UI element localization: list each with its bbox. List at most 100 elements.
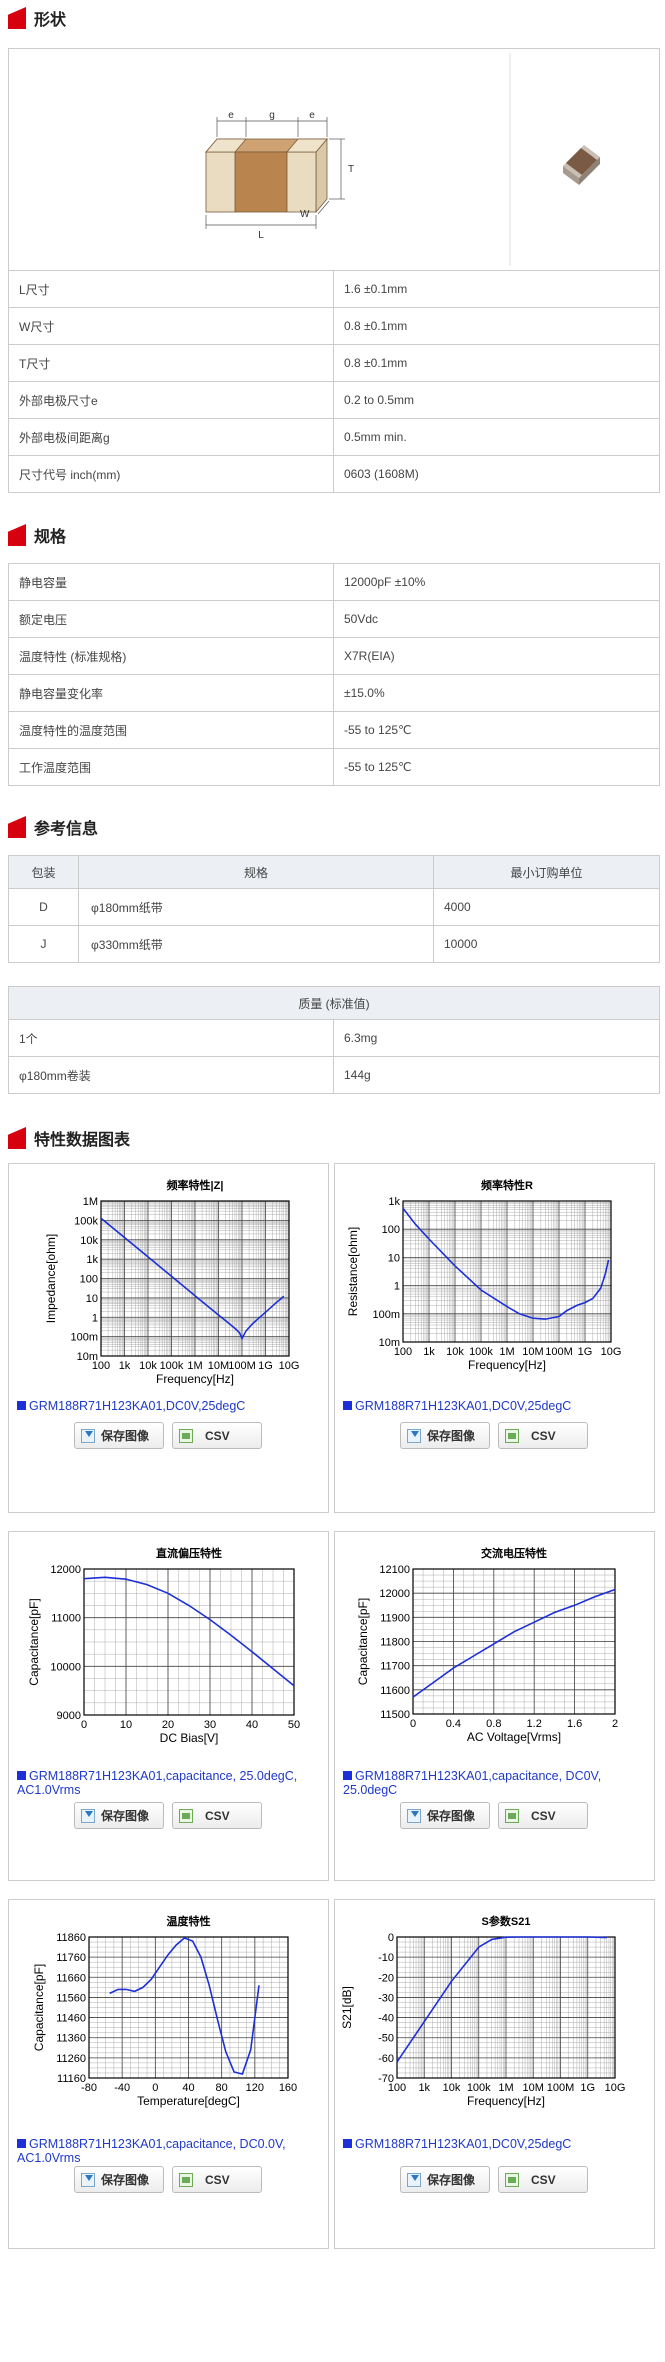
csv-button[interactable]: CSV (498, 2166, 588, 2193)
save-image-button[interactable]: 保存图像 (74, 1422, 164, 1449)
chart-title: S参数S21 (482, 1914, 531, 1928)
spec-key: 温度特性 (标准规格) (8, 637, 334, 675)
legend-swatch (17, 2139, 26, 2148)
y-tick-label: 11800 (380, 1637, 410, 1649)
table-row: 额定电压 50Vdc (8, 600, 660, 638)
mass-key: 1个 (8, 1019, 334, 1057)
shape-image-panel: e g e T W L (8, 48, 660, 271)
y-axis-label: Capacitance[pF] (32, 1964, 46, 2051)
x-tick-label: 40 (246, 1719, 258, 1731)
chip-product-photo (563, 145, 600, 185)
chart-title: 频率特性|Z| (167, 1178, 224, 1192)
x-tick-label: 10M (523, 2082, 544, 2094)
table-row: T尺寸 0.8 ±0.1mm (8, 344, 660, 382)
chip-dimension-diagram: e g e T W L (205, 53, 600, 266)
section-header-spec: 规格 (8, 523, 66, 547)
table-row: 温度特性 (标准规格) X7R(EIA) (8, 637, 660, 675)
y-tick-label: 10000 (50, 1661, 81, 1673)
chart-title: 频率特性R (481, 1178, 533, 1192)
csv-button[interactable]: CSV (498, 1422, 588, 1449)
chart-legend: GRM188R71H123KA01,capacitance, DC0V, 25.… (343, 1769, 648, 1797)
save-image-button[interactable]: 保存图像 (400, 1802, 490, 1829)
x-tick-label: 1G (258, 1360, 273, 1372)
label-w: W (300, 209, 310, 220)
chart-title: 交流电压特性 (481, 1546, 547, 1560)
y-tick-label: -20 (378, 1972, 394, 1984)
pack-code: J (8, 925, 79, 963)
save-image-label: 保存图像 (427, 1429, 476, 1443)
shape-value: 0.2 to 0.5mm (333, 381, 660, 419)
x-tick-label: 10G (279, 1360, 300, 1372)
table-row: J φ330mm纸带 10000 (8, 925, 660, 963)
y-tick-label: -50 (378, 2033, 394, 2045)
chart-svg: S参数S21100 1k 10k 100k 1M 10M 100M 1G 10G0-10-20-… (340, 1914, 625, 2108)
chart-legend: GRM188R71H123KA01,DC0V,25degC (17, 1399, 322, 1413)
csv-label: CSV (205, 1808, 230, 1823)
chart-svg: 频率特性R100 1k 10k 100k 1M 10M 100M 1G 10G1k1001011… (346, 1178, 621, 1372)
legend-text: GRM188R71H123KA01,capacitance, 25.0degC,… (17, 1769, 298, 1797)
y-tick-label: 0 (388, 1932, 394, 1944)
x-tick-label: 1.6 (567, 1718, 582, 1730)
save-image-label: 保存图像 (427, 1809, 476, 1823)
section-flag-icon (8, 1127, 26, 1149)
save-image-button[interactable]: 保存图像 (74, 2166, 164, 2193)
x-axis-label: Temperature[degC] (137, 2094, 240, 2108)
save-image-button[interactable]: 保存图像 (400, 2166, 490, 2193)
section-flag-icon (8, 524, 26, 546)
y-axis-label: Capacitance[pF] (356, 1598, 370, 1685)
shape-key: 尺寸代号 inch(mm) (8, 455, 334, 493)
save-image-button[interactable]: 保存图像 (74, 1802, 164, 1829)
csv-button[interactable]: CSV (172, 2166, 262, 2193)
x-tick-label: 100k (160, 1360, 184, 1372)
pack-code: D (8, 888, 79, 926)
shape-value: 1.6 ±0.1mm (333, 270, 660, 308)
spec-value: ±15.0% (333, 674, 660, 712)
y-tick-label: 11860 (56, 1932, 86, 1944)
x-tick-label: 100M (545, 1346, 573, 1358)
y-tick-label: -40 (378, 2013, 394, 2025)
csv-button[interactable]: CSV (498, 1802, 588, 1829)
packaging-table: 包装 规格 最小订购单位 D φ180mm纸带 4000 J φ330mm纸带 … (8, 855, 660, 963)
save-image-label: 保存图像 (101, 1809, 150, 1823)
csv-button[interactable]: CSV (172, 1802, 262, 1829)
legend-text: GRM188R71H123KA01,capacitance, DC0V, 25.… (343, 1769, 602, 1797)
spreadsheet-icon (505, 1428, 519, 1443)
shape-value: 0.8 ±0.1mm (333, 344, 660, 382)
chart-svg: 直流偏压特性 0 10 20 30 40 50 12000 11000 10000 9000 DC B… (27, 1546, 300, 1745)
chart-grid (83, 1568, 294, 1715)
y-tick-label: 10m (77, 1351, 98, 1363)
table-row: W尺寸 0.8 ±0.1mm (8, 307, 660, 345)
chart-legend: GRM188R71H123KA01,capacitance, 25.0degC,… (17, 1769, 322, 1797)
spec-key: 温度特性的温度范围 (8, 711, 334, 749)
y-tick-label: 1 (92, 1312, 98, 1324)
chip-electrode-left (205, 151, 236, 213)
legend-swatch (17, 1771, 26, 1780)
series-line (109, 1937, 260, 2075)
csv-button[interactable]: CSV (172, 1422, 262, 1449)
save-image-label: 保存图像 (101, 2173, 150, 2187)
chart-panel: 频率特性R 100 1k 10k 100k 1M 10M 100M 1G 10G 1k 100 10 1 1… (334, 1163, 655, 1513)
y-tick-label: 12100 (379, 1564, 410, 1576)
x-tick-label: 10k (443, 2082, 461, 2094)
y-tick-label: 11000 (51, 1613, 81, 1625)
section-header-ref: 参考信息 (8, 815, 98, 839)
x-tick-label: 1M (499, 1346, 514, 1358)
x-axis-label: DC Bias[V] (160, 1731, 219, 1745)
y-tick-label: 12000 (50, 1564, 81, 1576)
spec-key: 工作温度范围 (8, 748, 334, 786)
y-tick-label: -70 (378, 2073, 394, 2085)
legend-text: GRM188R71H123KA01,DC0V,25degC (355, 2137, 572, 2151)
spreadsheet-icon (179, 1808, 193, 1823)
pack-moq: 10000 (433, 925, 660, 963)
x-tick-label: 1G (580, 2082, 595, 2094)
y-tick-label: 11560 (56, 1992, 86, 2004)
mass-value: 144g (333, 1056, 660, 1094)
x-tick-label: 160 (279, 2082, 297, 2094)
y-tick-label: 100k (74, 1215, 98, 1227)
y-tick-label: 11460 (56, 2013, 86, 2025)
shape-table: L尺寸 1.6 ±0.1mm W尺寸 0.8 ±0.1mm T尺寸 0.8 ±0.1m… (8, 270, 660, 493)
download-icon (81, 2172, 95, 2187)
save-image-button[interactable]: 保存图像 (400, 1422, 490, 1449)
y-tick-label: 11700 (380, 1661, 410, 1673)
spec-value: X7R(EIA) (333, 637, 660, 675)
